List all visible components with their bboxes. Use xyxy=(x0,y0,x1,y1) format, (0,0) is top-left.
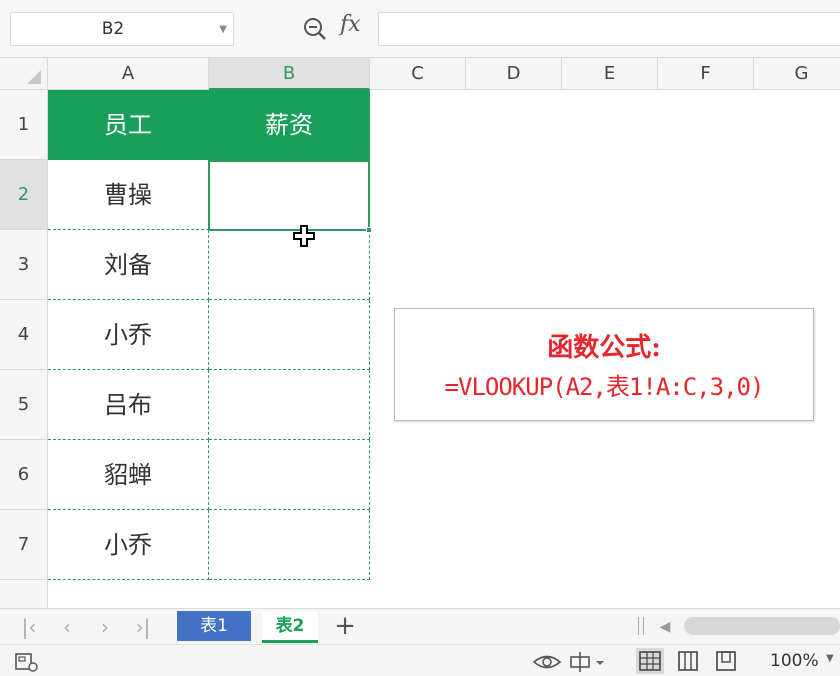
eye-protection-icon[interactable] xyxy=(532,651,562,673)
column-header-d[interactable]: D xyxy=(466,58,562,90)
row-header-6[interactable]: 6 xyxy=(0,440,47,510)
scroll-left-icon[interactable]: ◀ xyxy=(654,615,676,639)
normal-view-button[interactable] xyxy=(636,648,664,674)
column-header-e[interactable]: E xyxy=(562,58,658,90)
note-title: 函数公式: xyxy=(547,333,661,363)
cell-a6[interactable]: 貂蝉 xyxy=(48,440,209,510)
horizontal-scrollbar[interactable] xyxy=(684,617,840,635)
column-header-c[interactable]: C xyxy=(370,58,466,90)
first-sheet-icon[interactable]: |‹ xyxy=(18,614,40,640)
column-header-f[interactable]: F xyxy=(658,58,754,90)
cell-b7[interactable] xyxy=(209,510,370,580)
column-header-a[interactable]: A xyxy=(48,58,209,90)
sheet-tab-bar: |‹ ‹ › ›| 表1 表2 + ◀ xyxy=(0,608,840,644)
name-box-value: B2 xyxy=(101,19,125,39)
cell-b6[interactable] xyxy=(209,440,370,510)
column-header-g[interactable]: G xyxy=(754,58,840,90)
fill-handle[interactable] xyxy=(366,227,372,233)
corner-triangle-icon xyxy=(27,70,41,84)
row-header-4[interactable]: 4 xyxy=(0,300,47,370)
cell-b4[interactable] xyxy=(209,300,370,370)
row-header-5[interactable]: 5 xyxy=(0,370,47,440)
cell-b3[interactable] xyxy=(209,230,370,300)
add-sheet-button[interactable]: + xyxy=(332,611,358,641)
tab-split-handle[interactable] xyxy=(638,617,644,635)
zoom-chevron-down-icon[interactable]: ▼ xyxy=(826,653,834,664)
formula-note-box: 函数公式: =VLOOKUP(A2,表1!A:C,3,0) xyxy=(394,308,814,421)
prev-sheet-icon[interactable]: ‹ xyxy=(56,614,78,640)
sheet-tab-1[interactable]: 表1 xyxy=(177,611,251,641)
row-header-bar: 1 2 3 4 5 6 7 xyxy=(0,90,48,608)
active-cell-outline xyxy=(208,160,370,231)
cell-b5[interactable] xyxy=(209,370,370,440)
zoom-level[interactable]: 100% xyxy=(770,649,819,673)
sheet-tab-2[interactable]: 表2 xyxy=(262,611,318,643)
cell-a1-header[interactable]: 员工 xyxy=(48,90,209,160)
page-layout-icon xyxy=(678,651,698,671)
reading-layout-icon xyxy=(716,651,736,671)
cell-a4[interactable]: 小乔 xyxy=(48,300,209,370)
row-header-7[interactable]: 7 xyxy=(0,510,47,580)
row-header-1[interactable]: 1 xyxy=(0,90,47,160)
next-sheet-icon[interactable]: › xyxy=(94,614,116,640)
cell-a3[interactable]: 刘备 xyxy=(48,230,209,300)
focus-mode-icon[interactable] xyxy=(568,651,606,673)
status-bar: 100% ▼ xyxy=(0,644,840,676)
zoom-search-icon[interactable] xyxy=(302,16,328,42)
spreadsheet-grid: 员工 薪资 曹操 刘备 小乔 吕布 貂蝉 小乔 函数公式: =VLOOKUP(A… xyxy=(48,90,840,608)
cell-a2[interactable]: 曹操 xyxy=(48,160,209,230)
reading-view-button[interactable] xyxy=(712,648,740,674)
formula-input[interactable] xyxy=(378,12,840,46)
fx-icon[interactable]: fx xyxy=(340,12,361,37)
cell-a7[interactable]: 小乔 xyxy=(48,510,209,580)
select-all-corner[interactable] xyxy=(0,58,48,90)
name-box[interactable]: B2 ▼ xyxy=(10,12,234,46)
macro-record-icon[interactable] xyxy=(14,651,40,673)
note-formula: =VLOOKUP(A2,表1!A:C,3,0) xyxy=(444,373,765,401)
last-sheet-icon[interactable]: ›| xyxy=(132,614,154,640)
cell-a5[interactable]: 吕布 xyxy=(48,370,209,440)
row-header-2[interactable]: 2 xyxy=(0,160,47,230)
formula-bar: B2 ▼ fx xyxy=(0,0,840,58)
cross-cursor-icon xyxy=(293,225,315,247)
cell-b1-header[interactable]: 薪资 xyxy=(209,90,370,160)
chevron-down-icon[interactable]: ▼ xyxy=(219,24,227,35)
grid-view-icon xyxy=(639,651,661,671)
column-header-bar: A B C D E F G xyxy=(0,58,840,90)
page-break-view-button[interactable] xyxy=(674,648,702,674)
row-header-3[interactable]: 3 xyxy=(0,230,47,300)
column-header-b[interactable]: B xyxy=(209,58,370,90)
